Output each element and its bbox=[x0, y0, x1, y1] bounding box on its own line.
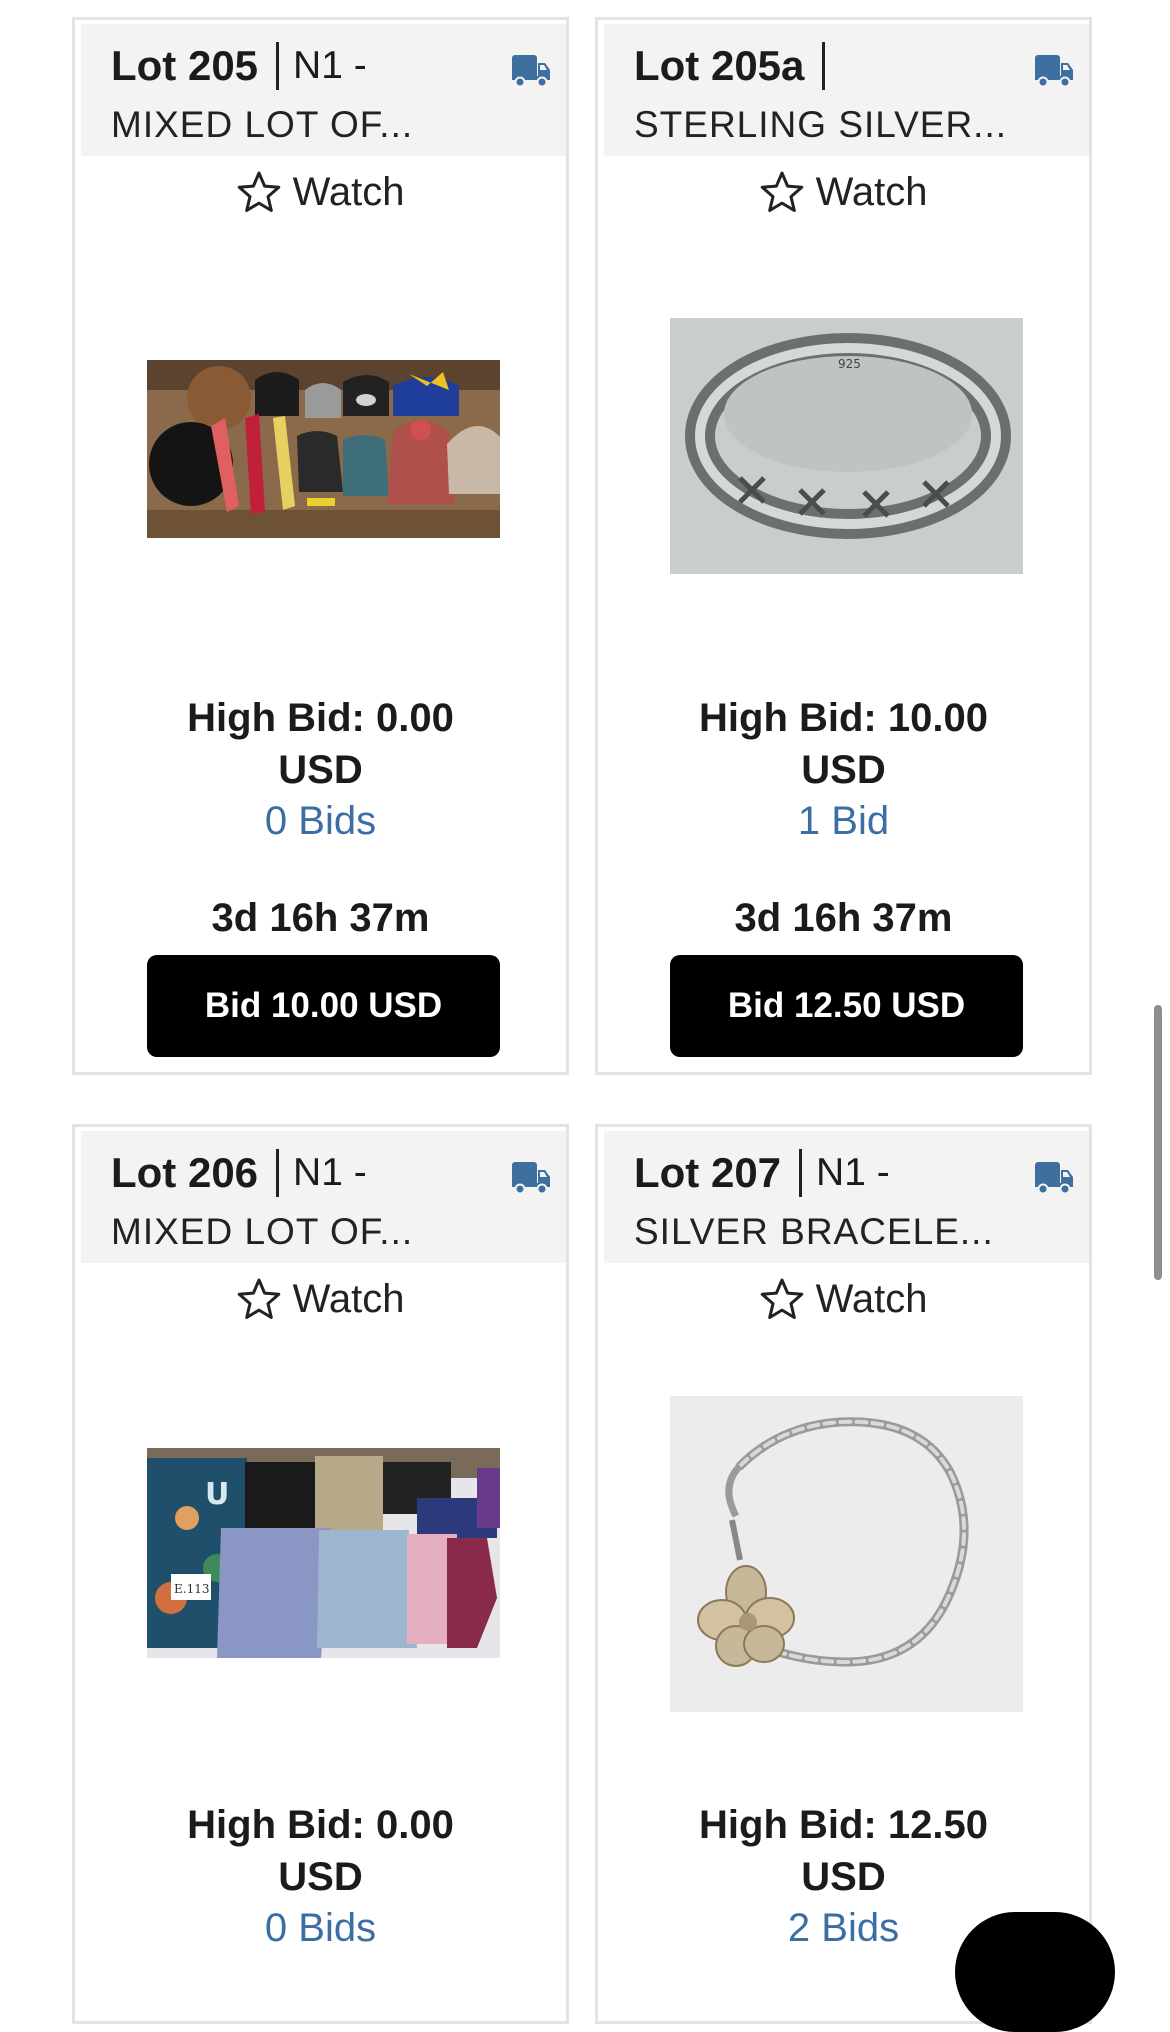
watch-label: Watch bbox=[292, 169, 405, 214]
lot-image[interactable]: U E.113 bbox=[147, 1448, 500, 1658]
lot-card-205a[interactable]: Lot 205a STERLING SILVER... Watch 925 Hi… bbox=[595, 17, 1092, 1075]
watch-button[interactable]: Watch bbox=[75, 162, 566, 222]
lot-number: Lot 207 bbox=[634, 1149, 782, 1196]
watch-label: Watch bbox=[292, 1276, 405, 1321]
watch-button[interactable]: Watch bbox=[75, 1269, 566, 1329]
bids-count-link[interactable]: 1 Bid bbox=[598, 795, 1089, 847]
lot-card-206[interactable]: Lot 206 N1 - MIXED LOT OF... Watch U E.1… bbox=[72, 1124, 569, 2024]
watch-label: Watch bbox=[815, 169, 928, 214]
high-bid-amount: High Bid: 0.00 bbox=[187, 696, 454, 740]
truck-icon bbox=[1035, 55, 1073, 88]
lot-title[interactable]: STERLING SILVER... bbox=[634, 104, 1007, 146]
lot-card-207[interactable]: Lot 207 N1 - SILVER BRACELE... Watch Hig… bbox=[595, 1124, 1092, 2024]
star-icon bbox=[237, 171, 280, 212]
lot-title[interactable]: MIXED LOT OF... bbox=[111, 104, 413, 146]
lot-card-205[interactable]: Lot 205 N1 - MIXED LOT OF... Watch High … bbox=[72, 17, 569, 1075]
high-bid-amount: High Bid: 10.00 bbox=[699, 696, 988, 740]
watch-label: Watch bbox=[815, 1276, 928, 1321]
lot-image[interactable] bbox=[670, 1396, 1023, 1712]
lot-line: Lot 207 N1 - bbox=[634, 1145, 890, 1201]
high-bid-amount: High Bid: 0.00 bbox=[187, 1803, 454, 1847]
high-bid-label: High Bid: 10.00 USD bbox=[598, 692, 1089, 796]
lot-code: N1 - bbox=[816, 1151, 890, 1194]
star-icon bbox=[237, 1278, 280, 1319]
lot-image[interactable]: 925 bbox=[670, 318, 1023, 574]
star-icon bbox=[760, 171, 803, 212]
lot-header[interactable]: Lot 206 N1 - MIXED LOT OF... bbox=[81, 1131, 566, 1263]
time-remaining: 3d 16h 37m bbox=[211, 896, 430, 940]
star-icon bbox=[760, 1278, 803, 1319]
separator bbox=[276, 1149, 280, 1197]
scrollbar-thumb[interactable] bbox=[1154, 1005, 1162, 1280]
lot-number: Lot 206 bbox=[111, 1149, 259, 1196]
lot-header[interactable]: Lot 205 N1 - MIXED LOT OF... bbox=[81, 24, 566, 156]
lot-number: Lot 205 bbox=[111, 42, 259, 89]
high-bid-label: High Bid: 0.00 USD bbox=[75, 692, 566, 796]
lot-number: Lot 205a bbox=[634, 42, 805, 89]
high-bid-amount: High Bid: 12.50 bbox=[699, 1803, 988, 1847]
truck-icon bbox=[512, 1162, 550, 1195]
watch-button[interactable]: Watch bbox=[598, 162, 1089, 222]
high-bid-currency: USD bbox=[278, 748, 363, 792]
svg-text:U: U bbox=[205, 1477, 229, 1512]
high-bid-currency: USD bbox=[278, 1855, 363, 1899]
lot-title[interactable]: SILVER BRACELE... bbox=[634, 1211, 994, 1253]
time-remaining: 3d 16h 37m bbox=[734, 896, 953, 940]
separator bbox=[276, 42, 280, 90]
bids-count-link[interactable]: 0 Bids bbox=[75, 1902, 566, 1954]
lot-title[interactable]: MIXED LOT OF... bbox=[111, 1211, 413, 1253]
high-bid-currency: USD bbox=[801, 748, 886, 792]
truck-icon bbox=[1035, 1162, 1073, 1195]
high-bid-label: High Bid: 0.00 USD bbox=[75, 1799, 566, 1903]
bid-button[interactable]: Bid 10.00 USD bbox=[147, 955, 500, 1057]
high-bid-label: High Bid: 12.50 USD bbox=[598, 1799, 1089, 1903]
bid-button[interactable]: Bid 12.50 USD bbox=[670, 955, 1023, 1057]
lot-header[interactable]: Lot 207 N1 - SILVER BRACELE... bbox=[604, 1131, 1089, 1263]
tag-text: E.113 bbox=[174, 1582, 209, 1596]
bids-count-link[interactable]: 0 Bids bbox=[75, 795, 566, 847]
lot-code: N1 - bbox=[293, 44, 367, 87]
lot-line: Lot 205a bbox=[634, 38, 839, 94]
lot-image[interactable] bbox=[147, 360, 500, 538]
high-bid-currency: USD bbox=[801, 1855, 886, 1899]
truck-icon bbox=[512, 55, 550, 88]
lot-line: Lot 205 N1 - bbox=[111, 38, 367, 94]
lot-code: N1 - bbox=[293, 1151, 367, 1194]
separator bbox=[822, 42, 826, 90]
separator bbox=[799, 1149, 803, 1197]
lot-header[interactable]: Lot 205a STERLING SILVER... bbox=[604, 24, 1089, 156]
ring-stamp: 925 bbox=[838, 357, 861, 371]
watch-button[interactable]: Watch bbox=[598, 1269, 1089, 1329]
lot-line: Lot 206 N1 - bbox=[111, 1145, 367, 1201]
floating-action-button[interactable] bbox=[955, 1912, 1115, 2032]
